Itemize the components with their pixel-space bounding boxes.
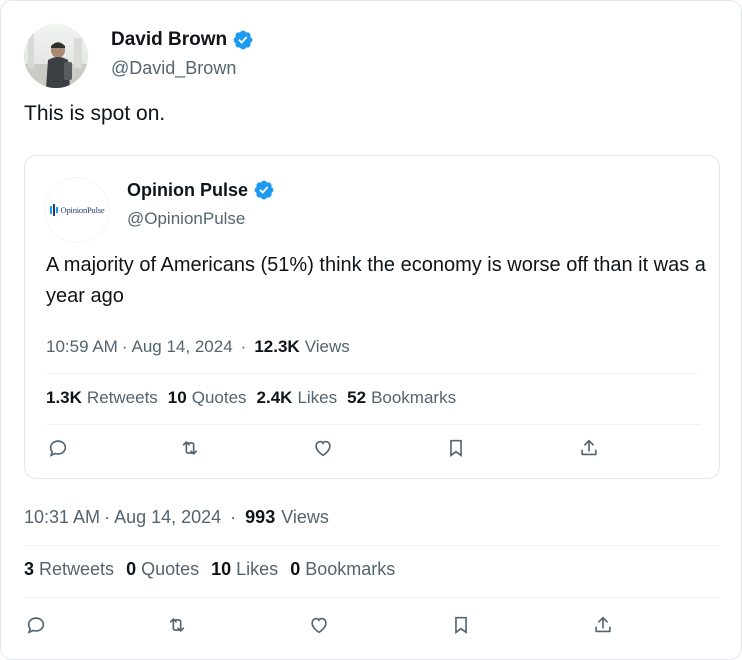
quoted-views-separator: · — [240, 337, 247, 356]
quoted-views-label: Views — [304, 337, 350, 356]
tweet-time[interactable]: 10:31 AM — [24, 507, 100, 528]
quoted-stat-retweets[interactable]: 1.3K Retweets — [46, 388, 158, 408]
tweet-date[interactable]: Aug 14, 2024 — [114, 507, 221, 528]
quoted-header: OpinionPulse Opinion Pulse @OpinionPulse — [45, 178, 275, 242]
reply-icon[interactable] — [46, 436, 70, 460]
stats-row: 3 Retweets 0 Quotes 10 Likes 0 Bookmarks — [24, 559, 407, 580]
stat-likes[interactable]: 10 Likes — [211, 559, 278, 580]
quoted-stat-bookmarks[interactable]: 52 Bookmarks — [347, 388, 456, 408]
like-icon[interactable] — [311, 436, 335, 460]
meta-separator: · — [104, 507, 111, 527]
like-icon[interactable] — [307, 613, 331, 637]
quoted-stats-row: 1.3K Retweets 10 Quotes 2.4K Likes 52 Bookma… — [46, 388, 466, 408]
bookmark-icon[interactable] — [449, 613, 473, 637]
display-name[interactable]: David Brown — [111, 29, 227, 51]
stat-retweets[interactable]: 3 Retweets — [24, 559, 114, 580]
quoted-time[interactable]: 10:59 AM — [46, 337, 118, 357]
divider — [46, 424, 700, 425]
tweet-text: This is spot on. — [24, 102, 166, 125]
quoted-avatar[interactable]: OpinionPulse — [45, 178, 109, 242]
author-names: David Brown @David_Brown — [111, 28, 254, 79]
quoted-display-name[interactable]: Opinion Pulse — [127, 180, 248, 201]
action-bar — [24, 613, 624, 639]
timestamp-row: 10:31 AM · Aug 14, 2024 · 993 Views — [24, 507, 329, 528]
quoted-date[interactable]: Aug 14, 2024 — [132, 337, 233, 357]
quoted-tweet[interactable]: OpinionPulse Opinion Pulse @OpinionPulse… — [24, 155, 720, 479]
avatar[interactable] — [24, 24, 88, 88]
quoted-verified-badge-icon — [253, 179, 275, 201]
quoted-stat-quotes[interactable]: 10 Quotes — [168, 388, 247, 408]
quoted-stat-likes[interactable]: 2.4K Likes — [257, 388, 338, 408]
quoted-tweet-text: A majority of Americans (51%) think the … — [46, 254, 706, 307]
quoted-action-bar — [46, 436, 706, 462]
tweet-card: David Brown @David_Brown This is spot on… — [0, 0, 742, 660]
quoted-meta-separator: · — [121, 337, 128, 356]
quoted-timestamp-row: 10:59 AM · Aug 14, 2024 · 12.3K Views — [46, 337, 350, 357]
opinion-pulse-logo-icon — [49, 204, 58, 216]
quoted-avatar-logo: OpinionPulse — [60, 205, 105, 215]
divider — [46, 373, 700, 374]
bookmark-icon[interactable] — [444, 436, 468, 460]
tweet-header: David Brown @David_Brown — [24, 24, 254, 88]
views-label: Views — [281, 507, 329, 527]
reply-icon[interactable] — [24, 613, 48, 637]
views-separator: · — [230, 507, 237, 527]
views-count: 993 — [245, 507, 276, 527]
quoted-handle[interactable]: @OpinionPulse — [127, 209, 275, 229]
quoted-author-names: Opinion Pulse @OpinionPulse — [127, 178, 275, 242]
share-icon[interactable] — [591, 613, 615, 637]
share-icon[interactable] — [577, 436, 601, 460]
author-handle[interactable]: @David_Brown — [111, 58, 254, 79]
divider — [24, 597, 720, 598]
retweet-icon[interactable] — [178, 436, 202, 460]
stat-bookmarks[interactable]: 0 Bookmarks — [290, 559, 395, 580]
retweet-icon[interactable] — [165, 613, 189, 637]
divider — [24, 545, 720, 546]
stat-quotes[interactable]: 0 Quotes — [126, 559, 199, 580]
quoted-views-count: 12.3K — [254, 337, 300, 356]
verified-badge-icon — [232, 29, 254, 51]
